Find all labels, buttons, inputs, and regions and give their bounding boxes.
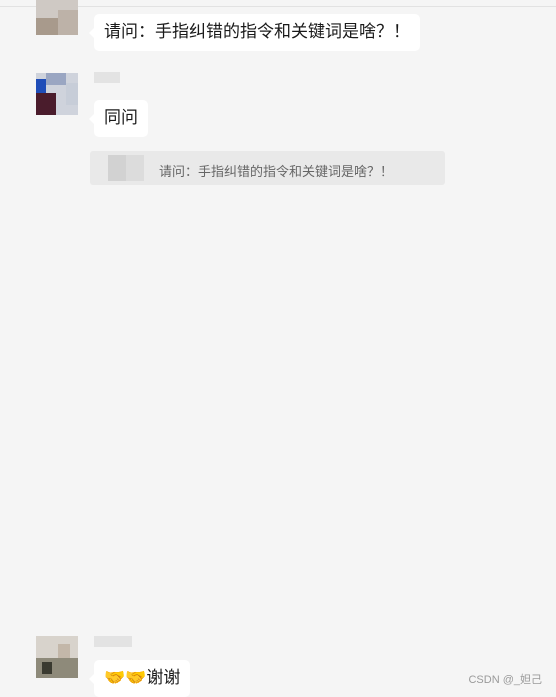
message-text: 谢谢 xyxy=(146,668,181,688)
quoted-avatar xyxy=(108,155,144,181)
top-divider xyxy=(0,6,556,7)
quoted-text: 请问：手指纠错的指令和关键词是啥？！ xyxy=(159,165,394,180)
avatar[interactable] xyxy=(36,73,78,115)
message-text: 同问 xyxy=(104,108,138,128)
message-bubble: 🤝🤝谢谢 xyxy=(88,660,191,697)
message-text: 请问：手指纠错的指令和关键词是啥？！ xyxy=(104,22,410,42)
handshake-emoji: 🤝🤝 xyxy=(104,668,147,688)
quoted-message[interactable]: 请问：手指纠错的指令和关键词是啥？！ xyxy=(90,151,445,185)
watermark: CSDN @_妲己 xyxy=(468,674,542,686)
message-bubble: 请问：手指纠错的指令和关键词是啥？！ xyxy=(89,14,420,51)
message-bubble: 同问 xyxy=(89,100,148,137)
avatar[interactable] xyxy=(36,0,78,35)
sender-name xyxy=(94,72,120,83)
avatar[interactable] xyxy=(36,636,78,678)
sender-name xyxy=(94,636,132,647)
